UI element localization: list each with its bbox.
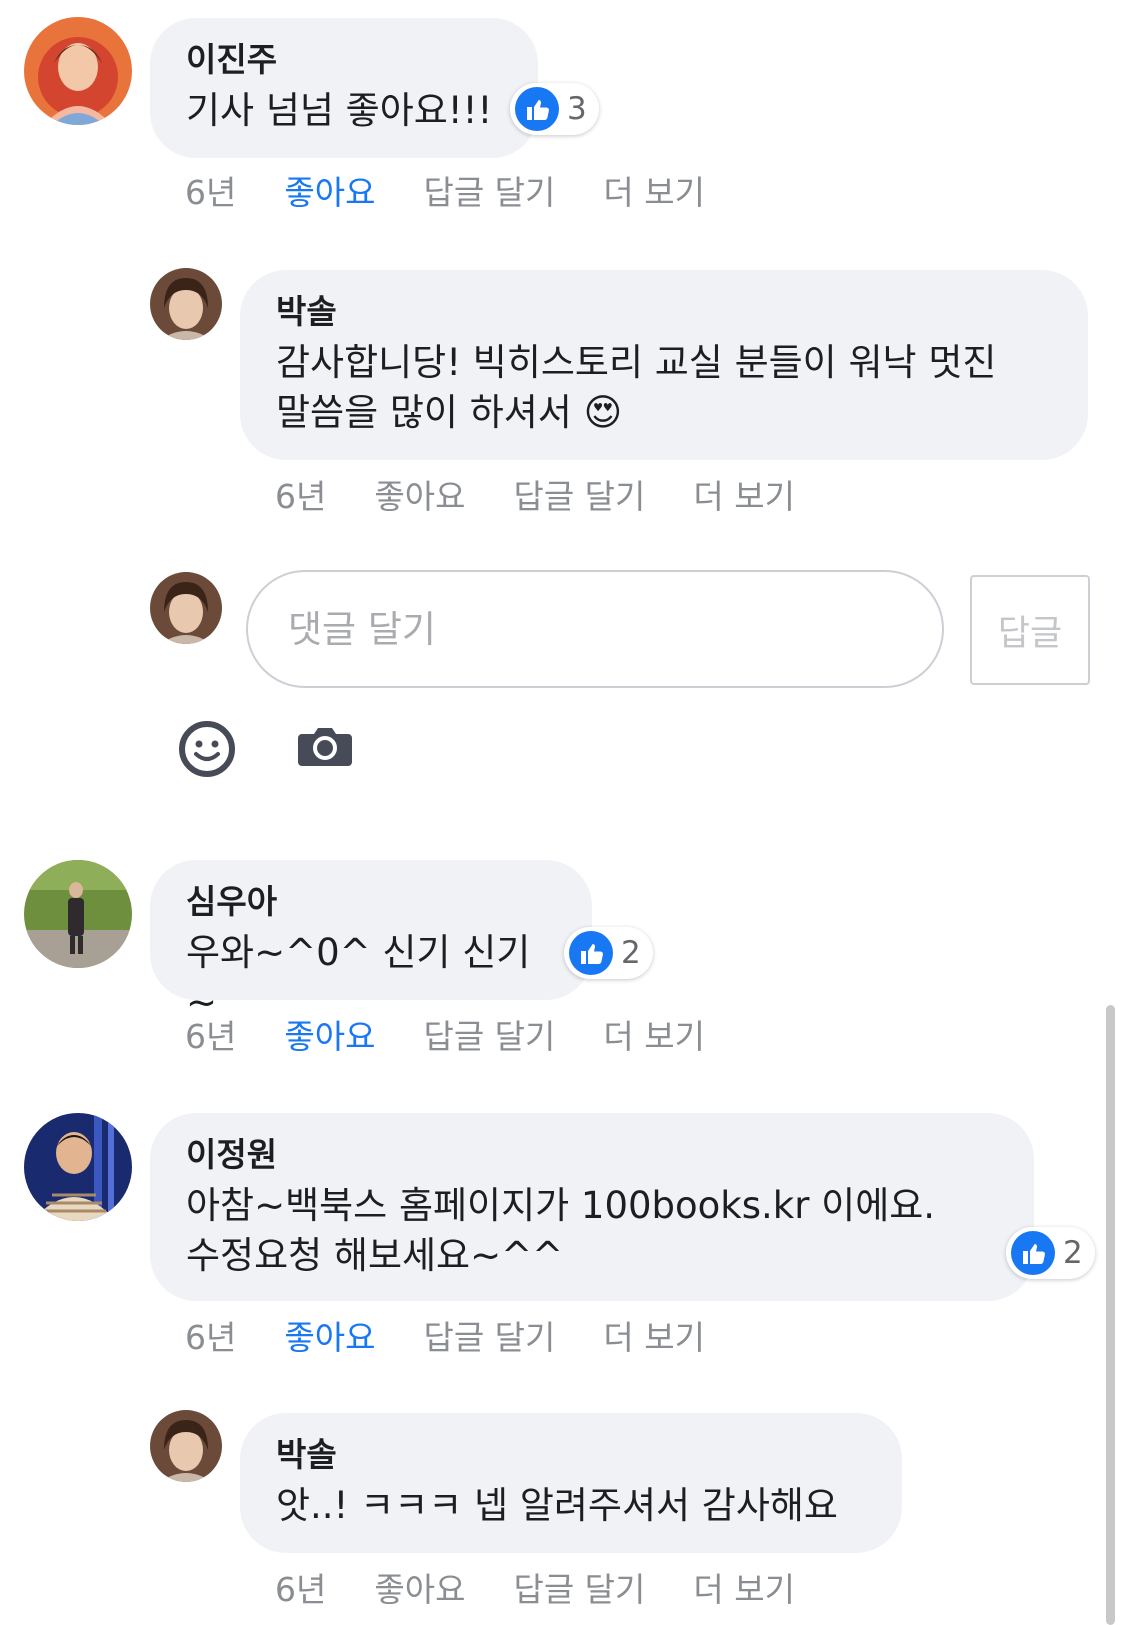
comment-actions: 6년 좋아요 답글 달기 더 보기 <box>275 472 843 516</box>
more-button[interactable]: 더 보기 <box>603 166 705 214</box>
comment-bubble: 이정원 아참~백북스 홈페이지가 100books.kr 이에요. 수정요청 해… <box>150 1113 1034 1301</box>
comment-text: 기사 넘넘 좋아요!!! <box>186 89 493 132</box>
comment-actions: 6년 좋아요 답글 달기 더 보기 <box>275 1565 843 1609</box>
comment-bubble: 이진주 기사 넘넘 좋아요!!! <box>150 18 538 158</box>
reaction-count: 2 <box>621 935 641 971</box>
more-button[interactable]: 더 보기 <box>693 470 795 518</box>
reaction-count-badge[interactable]: 3 <box>510 83 599 135</box>
reply-button[interactable]: 답글 달기 <box>423 1311 555 1359</box>
comment-author[interactable]: 박솔 <box>276 292 1054 332</box>
like-button[interactable]: 좋아요 <box>284 166 375 214</box>
comment-time[interactable]: 6년 <box>275 1563 326 1611</box>
comment-author[interactable]: 이진주 <box>186 40 504 80</box>
avatar[interactable] <box>150 268 222 340</box>
comment-text: 아참~백북스 홈페이지가 100books.kr 이에요. 수정요청 해보세요~… <box>186 1184 936 1277</box>
like-button[interactable]: 좋아요 <box>374 470 465 518</box>
comment-actions: 6년 좋아요 답글 달기 더 보기 <box>185 168 753 212</box>
comment-time[interactable]: 6년 <box>185 1010 236 1058</box>
scrollbar[interactable] <box>1106 1005 1115 1625</box>
reply-button[interactable]: 답글 달기 <box>513 1563 645 1611</box>
reaction-count-badge[interactable]: 2 <box>1006 1227 1095 1279</box>
thumbs-up-icon <box>515 87 559 131</box>
avatar[interactable] <box>24 17 132 125</box>
reaction-count: 3 <box>567 91 587 127</box>
more-button[interactable]: 더 보기 <box>603 1311 705 1359</box>
thumbs-up-icon <box>569 931 613 975</box>
comment-text: 감사합니당! 빅히스토리 교실 분들이 워낙 멋진 말씀을 많이 하셔서 😍 <box>276 341 997 434</box>
reply-button[interactable]: 답글 달기 <box>423 166 555 214</box>
comment-author[interactable]: 이정원 <box>186 1135 1000 1175</box>
comment-text: 앗..! ㅋㅋㅋ 넵 알려주셔서 감사해요 <box>276 1484 838 1527</box>
like-button[interactable]: 좋아요 <box>284 1010 375 1058</box>
reaction-count-badge[interactable]: 2 <box>564 927 653 979</box>
more-button[interactable]: 더 보기 <box>693 1563 795 1611</box>
reply-button[interactable]: 답글 달기 <box>423 1010 555 1058</box>
comment-time[interactable]: 6년 <box>185 166 236 214</box>
comment-author[interactable]: 심우아 <box>186 882 558 922</box>
comment-author[interactable]: 박솔 <box>276 1435 868 1475</box>
comment-bubble: 박솔 감사합니당! 빅히스토리 교실 분들이 워낙 멋진 말씀을 많이 하셔서 … <box>240 270 1088 460</box>
comment-time[interactable]: 6년 <box>185 1311 236 1359</box>
thumbs-up-icon <box>1011 1231 1055 1275</box>
reply-button[interactable]: 답글 달기 <box>513 470 645 518</box>
comment-actions: 6년 좋아요 답글 달기 더 보기 <box>185 1313 753 1357</box>
reply-input-wrapper <box>246 570 944 688</box>
avatar[interactable] <box>150 1410 222 1482</box>
comment-time[interactable]: 6년 <box>275 470 326 518</box>
like-button[interactable]: 좋아요 <box>284 1311 375 1359</box>
camera-icon[interactable] <box>298 724 352 768</box>
more-button[interactable]: 더 보기 <box>603 1010 705 1058</box>
like-button[interactable]: 좋아요 <box>374 1563 465 1611</box>
reply-submit-button[interactable]: 답글 <box>970 575 1090 685</box>
comment-bubble: 심우아 우와~^0^ 신기 신기~ <box>150 860 592 1024</box>
comment-actions: 6년 좋아요 답글 달기 더 보기 <box>185 1012 753 1056</box>
reaction-count: 2 <box>1063 1235 1083 1271</box>
comment-bubble: 박솔 앗..! ㅋㅋㅋ 넵 알려주셔서 감사해요 <box>240 1413 902 1553</box>
current-user-avatar <box>150 572 222 644</box>
reply-input[interactable] <box>248 572 942 686</box>
avatar[interactable] <box>24 1113 132 1221</box>
smiley-icon[interactable] <box>178 720 236 778</box>
avatar[interactable] <box>24 860 132 968</box>
